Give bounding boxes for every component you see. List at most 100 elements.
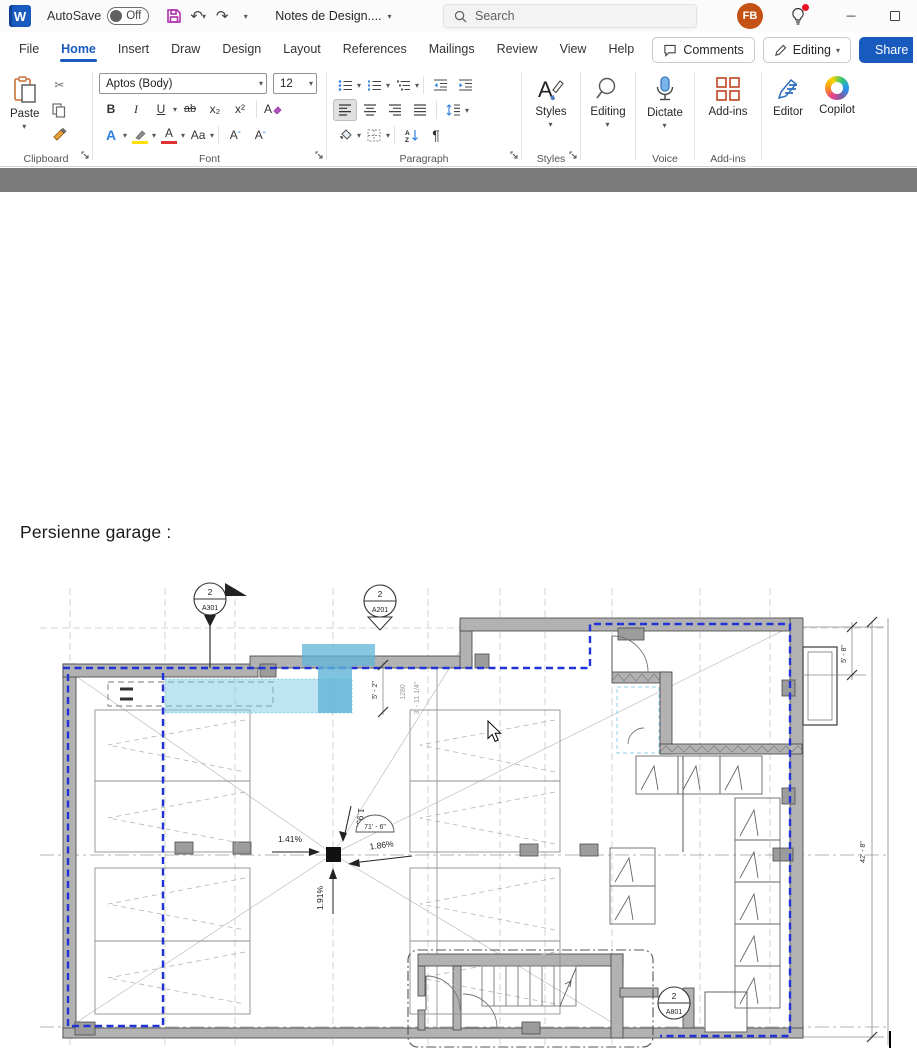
align-right-button[interactable] (383, 99, 407, 121)
floor-drain: 1.41% 1.86% 1.91% 1.95% 71' - 6" (272, 806, 412, 914)
copy-button[interactable] (47, 99, 71, 121)
italic-button[interactable]: I (124, 98, 148, 120)
paragraph-dialog-launcher[interactable] (510, 146, 518, 164)
tab-mailings[interactable]: Mailings (418, 36, 486, 64)
addins-group: Add-ins Add-ins (695, 68, 761, 167)
shrink-font-button[interactable]: Aˇ (248, 124, 272, 146)
bullets-button[interactable] (333, 74, 357, 96)
highlight-chevron-icon[interactable]: ▾ (152, 131, 156, 140)
redo-button[interactable]: ↷ (211, 4, 233, 28)
text-effects-chevron-icon[interactable]: ▾ (123, 131, 127, 140)
styles-dialog-launcher[interactable] (569, 146, 577, 164)
copilot-button[interactable]: Copilot (813, 72, 861, 151)
decrease-indent-button[interactable] (428, 74, 452, 96)
clipboard-dialog-launcher[interactable] (81, 146, 89, 164)
editing-mode-button[interactable]: Editing ▾ (763, 37, 851, 63)
font-name-combobox[interactable]: Aptos (Body)▾ (99, 73, 267, 94)
show-formatting-button[interactable]: ¶ (424, 124, 448, 146)
undo-button[interactable]: ↶▾ (187, 4, 209, 28)
tab-draw[interactable]: Draw (160, 36, 211, 64)
word-app-icon[interactable]: W (9, 5, 31, 27)
paste-button[interactable]: Paste ▾ (4, 72, 45, 151)
line-spacing-chevron-icon[interactable]: ▾ (465, 106, 469, 115)
numbering-button[interactable] (362, 74, 386, 96)
minimize-button[interactable]: ─ (829, 0, 873, 32)
bullets-icon (338, 79, 353, 92)
comments-button[interactable]: Comments (652, 37, 754, 63)
multilevel-chevron-icon[interactable]: ▾ (415, 81, 419, 90)
tab-design[interactable]: Design (211, 36, 272, 64)
clipboard-group: Paste ▾ ✂ Clipboard (0, 68, 92, 167)
clear-formatting-button[interactable]: A (261, 98, 285, 120)
search-input[interactable]: Search (443, 4, 697, 28)
underline-chevron-icon[interactable]: ▾ (173, 105, 177, 114)
shading-button[interactable] (333, 124, 357, 146)
dictate-button[interactable]: Dictate ▾ (641, 72, 689, 151)
save-button[interactable] (163, 4, 185, 28)
styles-chevron-icon: ▾ (548, 120, 552, 129)
font-group: Aptos (Body)▾ 12▾ B I U ▾ ab x₂ x² A (93, 68, 326, 167)
document-page[interactable]: Persienne garage : (0, 192, 917, 975)
account-avatar[interactable]: FB (737, 3, 763, 29)
undo-chevron-icon[interactable]: ▾ (202, 12, 206, 21)
tab-layout[interactable]: Layout (272, 36, 332, 64)
highlight-button[interactable] (128, 124, 152, 146)
superscript-button[interactable]: x² (228, 98, 252, 120)
addins-button[interactable]: Add-ins (703, 72, 754, 151)
change-case-chevron-icon[interactable]: ▾ (210, 131, 214, 140)
editing-group: Editing ▾ (581, 68, 635, 167)
font-dialog-launcher[interactable] (315, 146, 323, 164)
whats-new-button[interactable] (785, 3, 811, 29)
selection-highlight[interactable] (165, 644, 375, 713)
share-button[interactable]: Share (859, 37, 913, 63)
grow-font-button[interactable]: Aˆ (223, 124, 247, 146)
tab-file[interactable]: File (8, 36, 50, 64)
tab-help[interactable]: Help (597, 36, 645, 64)
tab-view[interactable]: View (549, 36, 598, 64)
font-color-button[interactable]: A (157, 124, 181, 146)
shading-chevron-icon[interactable]: ▾ (357, 131, 361, 140)
svg-text:A201: A201 (372, 607, 388, 614)
change-case-button[interactable]: Aa (186, 124, 210, 146)
tab-insert[interactable]: Insert (107, 36, 160, 64)
editor-button[interactable]: Editor (767, 72, 809, 151)
align-left-button[interactable] (333, 99, 357, 121)
editing-button[interactable]: Editing ▾ (584, 72, 631, 151)
tab-references[interactable]: References (332, 36, 418, 64)
font-color-chevron-icon[interactable]: ▾ (181, 131, 185, 140)
voice-group: Dictate ▾ Voice (636, 68, 694, 167)
editing-group-chevron-icon: ▾ (606, 120, 610, 129)
cut-button[interactable]: ✂ (47, 74, 71, 96)
copy-icon (52, 103, 66, 118)
increase-indent-button[interactable] (453, 74, 477, 96)
tab-home[interactable]: Home (50, 36, 107, 64)
bullets-chevron-icon[interactable]: ▾ (357, 81, 361, 90)
borders-chevron-icon[interactable]: ▾ (386, 131, 390, 140)
bold-button[interactable]: B (99, 98, 123, 120)
qat-overflow-button[interactable]: ▾ (235, 4, 257, 28)
format-painter-button[interactable] (47, 124, 71, 146)
multilevel-list-button[interactable] (391, 74, 415, 96)
slope-label-1: 1.41% (278, 834, 303, 844)
paragraph-heading[interactable]: Persienne garage : (20, 522, 171, 543)
subscript-button[interactable]: x₂ (203, 98, 227, 120)
strikethrough-button[interactable]: ab (178, 98, 202, 120)
autosave-state: Off (126, 10, 141, 22)
numbering-chevron-icon[interactable]: ▾ (386, 81, 390, 90)
line-spacing-button[interactable] (441, 99, 465, 121)
dim-1280: 1280 (400, 684, 407, 700)
document-title[interactable]: Notes de Design.... ▾ (275, 9, 391, 23)
slope-label-3: 1.91% (315, 886, 325, 911)
text-effects-button[interactable]: A (99, 124, 123, 146)
styles-button[interactable]: A Styles ▾ (529, 72, 572, 151)
underline-button[interactable]: U (149, 98, 173, 120)
maximize-button[interactable] (873, 0, 917, 32)
borders-button[interactable] (362, 124, 386, 146)
justify-button[interactable] (408, 99, 432, 121)
autosave-toggle[interactable]: Off (107, 7, 149, 25)
sort-button[interactable]: A Z (399, 124, 423, 146)
tab-review[interactable]: Review (486, 36, 549, 64)
align-center-button[interactable] (358, 99, 382, 121)
font-size-combobox[interactable]: 12▾ (273, 73, 317, 94)
floorplan-image[interactable]: 1.41% 1.86% 1.91% 1.95% 71' - 6" 2 A301 (20, 580, 890, 1054)
